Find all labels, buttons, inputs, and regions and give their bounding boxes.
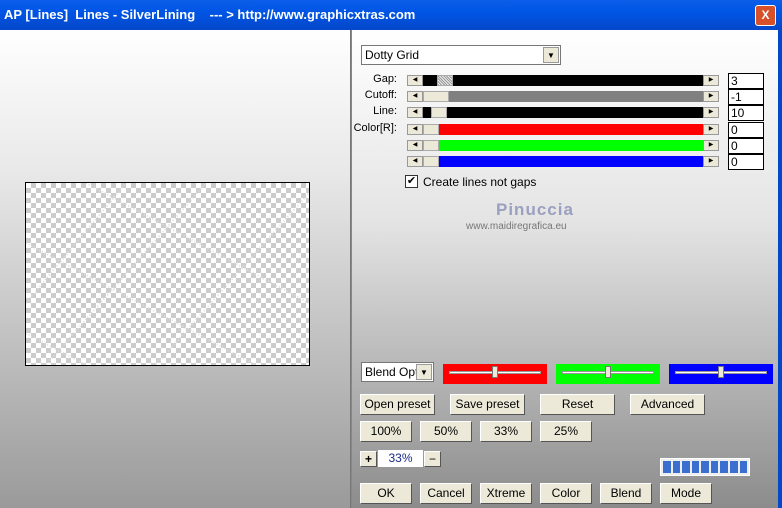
progress-bar bbox=[660, 458, 750, 476]
slider-label: Color[R]: bbox=[353, 121, 397, 134]
progress-segment bbox=[691, 461, 700, 473]
preview-image bbox=[25, 182, 310, 366]
zoom-field[interactable]: 33% bbox=[378, 450, 423, 467]
chevron-down-icon: ▼ bbox=[543, 47, 559, 63]
progress-segment bbox=[672, 461, 681, 473]
arrow-left-icon[interactable]: ◀ bbox=[407, 91, 423, 103]
window-border bbox=[778, 30, 782, 508]
ok-button[interactable]: OK bbox=[360, 483, 412, 504]
preset-value: Dotty Grid bbox=[365, 48, 420, 62]
watermark-name: Pinuccia bbox=[496, 200, 574, 219]
slider-3[interactable]: ◀ ▶ bbox=[407, 123, 719, 135]
slider-thumb[interactable] bbox=[437, 75, 453, 86]
arrow-left-icon[interactable]: ◀ bbox=[407, 123, 423, 135]
slider-0[interactable]: ◀ ▶ bbox=[407, 75, 719, 86]
progress-segment bbox=[729, 461, 738, 473]
arrow-right-icon[interactable]: ▶ bbox=[703, 139, 719, 151]
arrow-right-icon[interactable]: ▶ bbox=[703, 75, 719, 86]
blue-blend-slider[interactable] bbox=[669, 364, 773, 384]
slider-track bbox=[423, 139, 703, 151]
arrow-left-icon[interactable]: ◀ bbox=[407, 139, 423, 151]
slider-track bbox=[423, 91, 703, 103]
slider-track bbox=[423, 75, 703, 86]
save-preset-button[interactable]: Save preset bbox=[450, 394, 525, 415]
arrow-left-icon[interactable]: ◀ bbox=[407, 75, 423, 86]
preset-dropdown[interactable]: Dotty Grid ▼ bbox=[361, 45, 561, 65]
slider-1[interactable]: ◀ ▶ bbox=[407, 91, 719, 103]
progress-segment bbox=[701, 461, 709, 473]
blend-options-dropdown[interactable]: Blend Optio ▼ bbox=[361, 362, 434, 382]
slider-value-field[interactable]: 0 bbox=[728, 154, 764, 170]
slider-value-field[interactable]: 0 bbox=[728, 137, 764, 154]
blend-button[interactable]: Blend bbox=[600, 483, 652, 504]
title-bar: AP [Lines] Lines - SilverLining --- > ht… bbox=[0, 0, 782, 30]
slider-label: Gap: bbox=[373, 73, 397, 85]
zoom-25-button[interactable]: 25% bbox=[540, 421, 592, 442]
slider-value-field[interactable]: 3 bbox=[728, 73, 764, 89]
zoom-33-button[interactable]: 33% bbox=[480, 421, 532, 442]
mode-button[interactable]: Mode bbox=[660, 483, 712, 504]
arrow-left-icon[interactable]: ◀ bbox=[407, 107, 423, 119]
progress-segment bbox=[739, 461, 748, 473]
slider-thumb[interactable] bbox=[423, 156, 439, 167]
slider-4[interactable]: ◀ ▶ bbox=[407, 139, 719, 151]
slider-2[interactable]: ◀ ▶ bbox=[407, 107, 719, 119]
arrow-right-icon[interactable]: ▶ bbox=[703, 91, 719, 103]
advanced-button[interactable]: Advanced bbox=[630, 394, 705, 415]
slider-value-field[interactable]: 10 bbox=[728, 105, 764, 122]
progress-segment bbox=[682, 461, 690, 473]
arrow-right-icon[interactable]: ▶ bbox=[703, 156, 719, 167]
slider-value-field[interactable]: -1 bbox=[728, 89, 764, 106]
open-preset-button[interactable]: Open preset bbox=[360, 394, 435, 415]
arrow-right-icon[interactable]: ▶ bbox=[703, 107, 719, 119]
red-blend-slider[interactable] bbox=[443, 364, 547, 384]
zoom-plus-button[interactable]: + bbox=[360, 451, 377, 467]
color-button[interactable]: Color bbox=[540, 483, 592, 504]
slider-label: Cutoff: bbox=[364, 89, 397, 102]
progress-segment bbox=[720, 461, 728, 473]
green-blend-slider[interactable] bbox=[556, 364, 660, 384]
slider-track bbox=[423, 156, 703, 167]
arrow-right-icon[interactable]: ▶ bbox=[703, 123, 719, 135]
slider-thumb[interactable] bbox=[423, 123, 439, 135]
reset-button[interactable]: Reset bbox=[540, 394, 615, 415]
window-title: AP [Lines] Lines - SilverLining --- > ht… bbox=[4, 7, 416, 22]
arrow-left-icon[interactable]: ◀ bbox=[407, 156, 423, 167]
zoom-100-button[interactable]: 100% bbox=[360, 421, 412, 442]
cancel-button[interactable]: Cancel bbox=[420, 483, 472, 504]
preview-lines bbox=[25, 182, 310, 366]
xtreme-button[interactable]: Xtreme bbox=[480, 483, 532, 504]
close-button[interactable]: X bbox=[755, 5, 776, 26]
zoom-minus-button[interactable]: − bbox=[424, 451, 441, 467]
slider-5[interactable]: ◀ ▶ bbox=[407, 156, 719, 167]
slider-label: Line: bbox=[373, 105, 397, 118]
watermark-url: www.maidiregrafica.eu bbox=[466, 221, 567, 232]
zoom-50-button[interactable]: 50% bbox=[420, 421, 472, 442]
create-lines-label: Create lines not gaps bbox=[423, 175, 537, 189]
slider-thumb[interactable] bbox=[423, 91, 449, 103]
slider-track bbox=[423, 123, 703, 135]
progress-segment bbox=[663, 461, 671, 473]
slider-track bbox=[423, 107, 703, 119]
progress-segment bbox=[710, 461, 719, 473]
chevron-down-icon: ▼ bbox=[416, 364, 432, 380]
slider-thumb[interactable] bbox=[423, 139, 439, 151]
slider-thumb[interactable] bbox=[431, 107, 447, 119]
create-lines-checkbox[interactable]: ✔ bbox=[405, 175, 418, 188]
slider-value-field[interactable]: 0 bbox=[728, 121, 764, 138]
